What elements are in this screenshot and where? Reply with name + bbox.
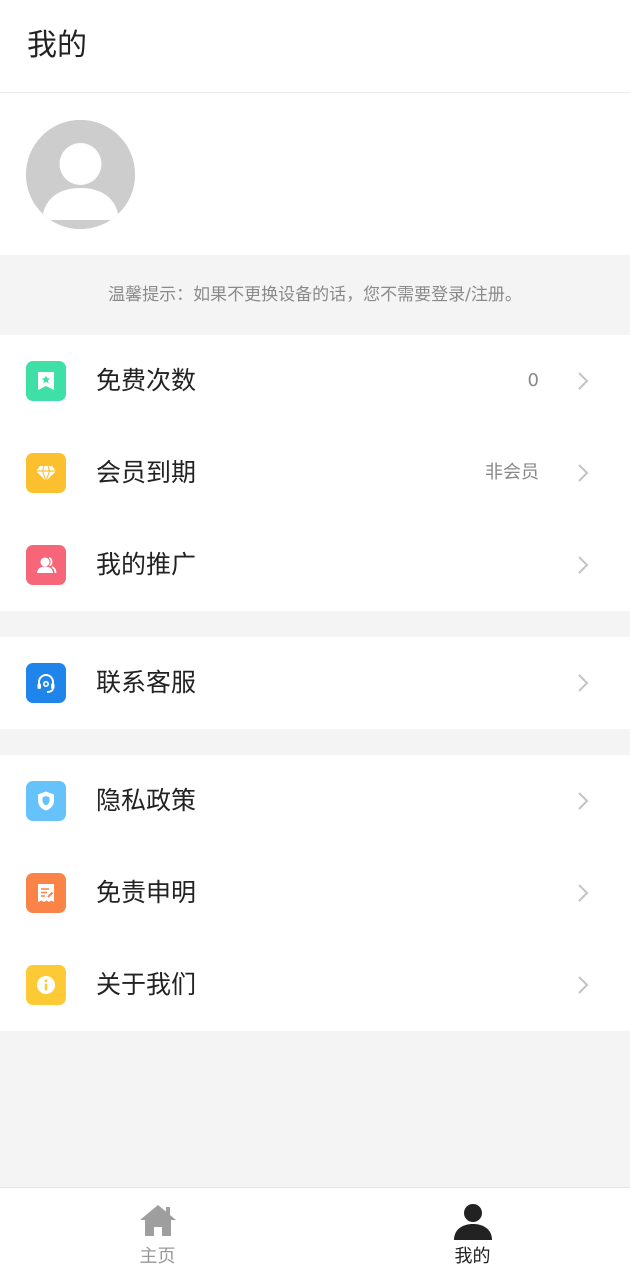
chevron-right-icon (576, 369, 590, 393)
menu-item-promotion[interactable]: 我的推广 (0, 519, 630, 611)
menu-item-privacy[interactable]: 隐私政策 (0, 755, 630, 847)
menu-item-label: 免费次数 (96, 366, 197, 395)
vip-status-value: 非会员 (485, 462, 539, 483)
menu-item-support[interactable]: 联系客服 (0, 637, 630, 729)
tab-mine[interactable]: 我的 (315, 1188, 630, 1280)
chevron-right-icon (576, 671, 590, 695)
document-edit-icon (26, 873, 66, 913)
chevron-right-icon (576, 553, 590, 577)
menu-item-disclaimer[interactable]: 免责申明 (0, 847, 630, 939)
menu-item-vip-expire[interactable]: 会员到期 非会员 (0, 427, 630, 519)
chevron-right-icon (576, 461, 590, 485)
ticket-star-icon (26, 361, 66, 401)
menu-item-label: 关于我们 (96, 970, 197, 999)
menu-item-label: 我的推广 (96, 550, 197, 579)
menu-group-info: 隐私政策 免责申明 关于我们 (0, 755, 630, 1031)
menu-item-label: 免责申明 (96, 878, 197, 907)
page-title: 我的 (27, 28, 87, 63)
profile-section (0, 93, 630, 255)
menu-item-about[interactable]: 关于我们 (0, 939, 630, 1031)
tab-home-label: 主页 (139, 1246, 176, 1267)
login-tip: 温馨提示：如果不更换设备的话，您不需要登录/注册。 (0, 255, 630, 335)
bottom-tab-bar: 主页 我的 (0, 1187, 630, 1280)
avatar[interactable] (26, 120, 135, 229)
menu-group-account: 免费次数 0 会员到期 非会员 我的推广 (0, 335, 630, 611)
menu-item-label: 隐私政策 (96, 786, 197, 815)
menu-item-label: 联系客服 (96, 668, 197, 697)
chevron-right-icon (576, 881, 590, 905)
info-icon (26, 965, 66, 1005)
home-icon (137, 1200, 179, 1242)
users-icon (26, 545, 66, 585)
login-tip-text: 温馨提示：如果不更换设备的话，您不需要登录/注册。 (108, 285, 522, 305)
chevron-right-icon (576, 973, 590, 997)
user-icon (452, 1200, 494, 1242)
headset-icon (26, 663, 66, 703)
shield-icon (26, 781, 66, 821)
menu-group-support: 联系客服 (0, 637, 630, 729)
tab-mine-label: 我的 (454, 1246, 491, 1267)
tab-home[interactable]: 主页 (0, 1188, 315, 1280)
menu-item-label: 会员到期 (96, 458, 197, 487)
default-avatar-icon (26, 120, 135, 229)
top-bar: 我的 (0, 0, 630, 93)
free-count-value: 0 (527, 370, 539, 391)
chevron-right-icon (576, 789, 590, 813)
diamond-icon (26, 453, 66, 493)
profile-page: 我的 温馨提示：如果不更换设备的话，您不需要登录/注册。 免费次数 0 会员到期… (0, 0, 630, 1280)
menu-item-free-count[interactable]: 免费次数 0 (0, 335, 630, 427)
